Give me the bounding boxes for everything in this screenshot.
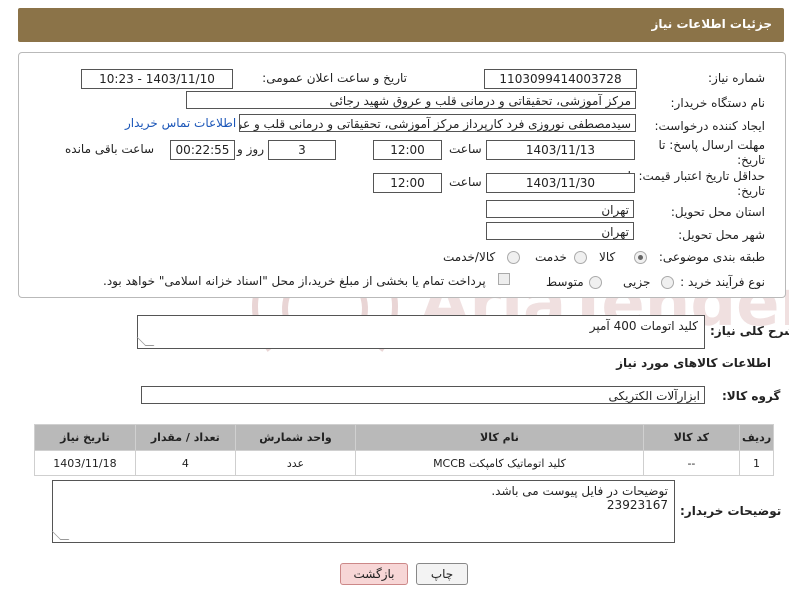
category-radio-goods[interactable] xyxy=(634,251,647,264)
cell-unit: عدد xyxy=(234,450,357,476)
items-table: ردیف کد کالا نام کالا واحد شمارش تعداد /… xyxy=(34,424,774,476)
back-button[interactable]: بازگشت xyxy=(340,563,408,585)
goods-group-field: ابزارآلات الکتریکی xyxy=(141,386,705,404)
category-option-service: خدمت xyxy=(535,250,567,264)
items-section-title: اطلاعات کالاهای مورد نیاز xyxy=(616,356,771,370)
table-header-row: ردیف کد کالا نام کالا واحد شمارش تعداد /… xyxy=(34,424,774,451)
need-details-panel: شماره نیاز: 1103099414003728 تاریخ و ساع… xyxy=(18,52,786,298)
resize-handle-icon xyxy=(136,337,155,346)
city-label: شهر محل تحویل: xyxy=(678,228,765,242)
category-option-goods-service: کالا/خدمت xyxy=(443,250,496,264)
cell-need-date: 1403/11/18 xyxy=(34,450,136,476)
min-validity-time-label: ساعت xyxy=(449,175,482,189)
process-option-minor: جزیی xyxy=(623,275,651,289)
buyer-notes-field: توضیحات در فایل پیوست می باشد. 23923167 xyxy=(51,480,675,543)
description-text: کلید اتومات 400 آمپر xyxy=(589,319,698,333)
province-field: تهران xyxy=(486,200,634,218)
buyer-notes-line-2: 23923167 xyxy=(606,498,668,512)
deadline-label: مهلت ارسال پاسخ: تا xyxy=(658,138,765,152)
days-label: روز و xyxy=(237,142,264,156)
print-button[interactable]: چاپ xyxy=(416,563,468,585)
buyer-label: نام دستگاه خریدار: xyxy=(670,96,766,110)
process-type-label: نوع فرآیند خرید : xyxy=(680,275,765,289)
category-label: طبقه بندی موضوعی: xyxy=(658,250,765,264)
header-item-code: کد کالا xyxy=(642,424,741,451)
remaining-label: ساعت باقی مانده xyxy=(65,142,155,156)
treasury-payment-checkbox[interactable] xyxy=(498,273,510,285)
creator-label: ایجاد کننده درخواست: xyxy=(654,119,765,133)
resize-handle-icon xyxy=(51,531,70,540)
deadline-time-field: 12:00 xyxy=(373,140,442,160)
description-field: کلید اتومات 400 آمپر xyxy=(136,315,705,349)
city-field: تهران xyxy=(486,222,634,240)
cell-item-code: -- xyxy=(642,450,741,476)
deadline-time-label: ساعت xyxy=(449,142,482,156)
page-title: جزئیات اطلاعات نیاز xyxy=(651,17,772,31)
process-option-medium: متوسط xyxy=(546,275,584,289)
province-label: استان محل تحویل: xyxy=(670,205,765,219)
need-number-label: شماره نیاز: xyxy=(708,71,765,85)
header-item-name: نام کالا xyxy=(355,424,644,451)
announce-datetime-field: 1403/11/10 - 10:23 xyxy=(81,69,233,89)
goods-group-label: گروه کالا: xyxy=(722,389,781,403)
description-label: شرح کلی نیاز: xyxy=(710,324,789,338)
buyer-contact-link[interactable]: اطلاعات تماس خریدار xyxy=(125,116,236,130)
cell-row-number: 1 xyxy=(739,450,774,476)
header-need-date: تاریخ نیاز xyxy=(34,424,136,451)
time-remaining-field: 00:22:55 xyxy=(170,140,235,160)
min-validity-date-field: 1403/11/30 xyxy=(486,173,635,193)
cell-item-name: کلید اتوماتیک کامپکت MCCB xyxy=(355,450,644,476)
creator-field: سیدمصطفی نوروزی فرد کارپرداز مرکز آموزشی… xyxy=(239,114,636,132)
category-radio-goods-service[interactable] xyxy=(507,251,520,264)
header-row-number: ردیف xyxy=(739,424,774,451)
need-number-field: 1103099414003728 xyxy=(484,69,637,89)
days-remaining-field: 3 xyxy=(268,140,336,160)
buyer-notes-label: توضیحات خریدار: xyxy=(680,504,782,518)
category-radio-service[interactable] xyxy=(574,251,587,264)
min-validity-time-field: 12:00 xyxy=(373,173,442,193)
header-quantity: تعداد / مقدار xyxy=(134,424,236,451)
category-option-goods: کالا xyxy=(599,250,616,264)
page-header: جزئیات اطلاعات نیاز xyxy=(18,8,784,42)
buyer-notes-line-1: توضیحات در فایل پیوست می باشد. xyxy=(491,484,668,498)
deadline-date-field: 1403/11/13 xyxy=(486,140,635,160)
header-unit: واحد شمارش xyxy=(234,424,357,451)
process-radio-minor[interactable] xyxy=(661,276,674,289)
buyer-name-field: مرکز آموزشی، تحقیقاتی و درمانی قلب و عرو… xyxy=(186,91,636,109)
min-validity-date-label: تاریخ: xyxy=(737,184,765,198)
table-row: 1 -- کلید اتوماتیک کامپکت MCCB عدد 4 140… xyxy=(34,450,774,476)
cell-quantity: 4 xyxy=(134,450,236,476)
min-validity-label: حداقل تاریخ اعتبار قیمت: تا xyxy=(627,169,765,183)
deadline-date-label: تاریخ: xyxy=(737,153,765,167)
process-radio-medium[interactable] xyxy=(589,276,602,289)
treasury-payment-note: پرداخت تمام یا بخشی از مبلغ خرید،از محل … xyxy=(103,274,486,288)
announce-label: تاریخ و ساعت اعلان عمومی: xyxy=(262,71,407,85)
